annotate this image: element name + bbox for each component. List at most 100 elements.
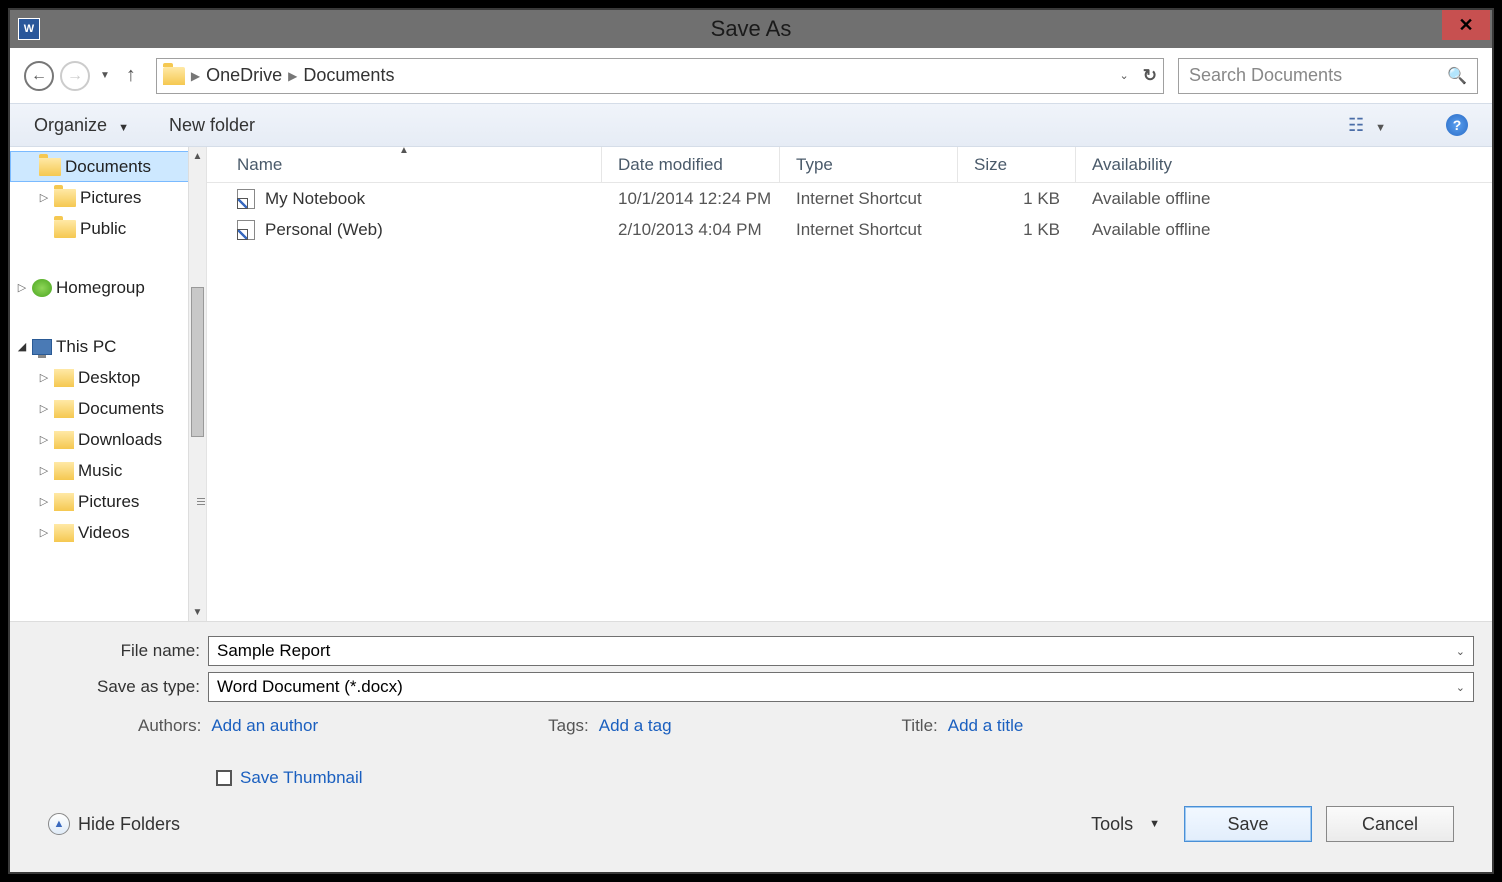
tree-item-this-pc[interactable]: ◢ This PC	[10, 331, 206, 362]
back-arrow-icon: ←	[31, 67, 47, 85]
pictures-icon	[54, 493, 74, 511]
expand-icon[interactable]: ▷	[38, 433, 50, 446]
file-date: 2/10/2013 4:04 PM	[602, 220, 780, 240]
tree-item-pictures[interactable]: ▷ Pictures	[10, 182, 206, 213]
back-button[interactable]: ←	[24, 61, 54, 91]
forward-arrow-icon: →	[67, 67, 83, 85]
savetype-label: Save as type:	[28, 677, 208, 697]
close-button[interactable]: ✕	[1442, 10, 1490, 40]
tree-item-music[interactable]: ▷ Music	[10, 455, 206, 486]
save-as-dialog: W Save As ✕ ← → ▼ ↑ ▶ OneDrive ▶ Documen…	[8, 8, 1494, 874]
hide-folders-button[interactable]: ▲ Hide Folders	[48, 813, 180, 835]
videos-icon	[54, 524, 74, 542]
folder-icon	[54, 189, 76, 207]
add-title-link[interactable]: Add a title	[948, 716, 1024, 736]
chevron-down-icon[interactable]: ⌄	[1456, 681, 1465, 694]
help-button[interactable]: ?	[1446, 114, 1468, 136]
view-list-icon: ☷	[1348, 115, 1362, 135]
tree-item-homegroup[interactable]: ▷ Homegroup	[10, 272, 206, 303]
breadcrumb-item[interactable]: Documents	[303, 65, 394, 86]
downloads-icon	[54, 431, 74, 449]
add-author-link[interactable]: Add an author	[211, 716, 318, 736]
expand-icon[interactable]: ▷	[38, 191, 50, 204]
chevron-down-icon: ▼	[118, 122, 129, 134]
pc-icon	[32, 339, 52, 355]
dialog-footer: ▲ Hide Folders Tools ▼ Save Cancel	[28, 788, 1474, 860]
music-icon	[54, 462, 74, 480]
search-icon: 🔍	[1447, 66, 1467, 86]
chevron-right-icon: ▶	[191, 69, 200, 83]
savetype-select[interactable]: Word Document (*.docx) ⌄	[208, 672, 1474, 702]
tree-item-desktop[interactable]: ▷ Desktop	[10, 362, 206, 393]
search-placeholder: Search Documents	[1189, 65, 1447, 86]
tree-label: Homegroup	[56, 278, 145, 298]
refresh-button[interactable]: ↻	[1143, 66, 1157, 86]
expand-icon[interactable]: ▷	[38, 495, 50, 508]
search-input[interactable]: Search Documents 🔍	[1178, 58, 1478, 94]
file-size: 1 KB	[958, 189, 1076, 209]
tree-scrollbar[interactable]: ▲ ▼	[188, 147, 206, 621]
forward-button[interactable]: →	[60, 61, 90, 91]
close-icon: ✕	[1458, 15, 1473, 36]
column-header-date[interactable]: Date modified	[602, 147, 780, 182]
address-dropdown-icon[interactable]: ⌄	[1120, 69, 1129, 82]
column-header-availability[interactable]: Availability	[1076, 147, 1492, 182]
tree-item-downloads[interactable]: ▷ Downloads	[10, 424, 206, 455]
sort-asc-icon: ▲	[399, 145, 409, 156]
organize-button[interactable]: Organize ▼	[34, 115, 129, 136]
tree-label: Public	[80, 219, 126, 239]
collapse-icon[interactable]: ◢	[16, 340, 28, 353]
chevron-down-icon[interactable]: ⌄	[1456, 645, 1465, 658]
file-row[interactable]: My Notebook 10/1/2014 12:24 PM Internet …	[207, 183, 1492, 214]
column-header-size[interactable]: Size	[958, 147, 1076, 182]
window-title: Save As	[711, 16, 792, 42]
file-row[interactable]: Personal (Web) 2/10/2013 4:04 PM Interne…	[207, 214, 1492, 245]
scroll-up-icon[interactable]: ▲	[189, 147, 206, 165]
add-tag-link[interactable]: Add a tag	[599, 716, 672, 736]
save-thumbnail-checkbox[interactable]	[216, 770, 232, 786]
expand-icon[interactable]: ▷	[16, 281, 28, 294]
tree-item-videos[interactable]: ▷ Videos	[10, 517, 206, 548]
file-availability: Available offline	[1076, 220, 1492, 240]
scroll-down-icon[interactable]: ▼	[189, 603, 206, 621]
tree-item-documents[interactable]: Documents	[10, 151, 206, 182]
tree-label: This PC	[56, 337, 116, 357]
authors-label: Authors:	[138, 716, 201, 736]
body-area: Documents ▷ Pictures Public ▷ Homegroup	[10, 147, 1492, 621]
tree-label: Videos	[78, 523, 130, 543]
column-header-type[interactable]: Type	[780, 147, 958, 182]
up-button[interactable]: ↑	[126, 64, 136, 87]
title-label: Title:	[902, 716, 938, 736]
tree-label: Pictures	[80, 188, 141, 208]
filename-input[interactable]: Sample Report ⌄	[208, 636, 1474, 666]
expand-icon[interactable]: ▷	[38, 402, 50, 415]
shortcut-icon	[237, 189, 255, 209]
titlebar: W Save As ✕	[10, 10, 1492, 48]
address-bar[interactable]: ▶ OneDrive ▶ Documents ⌄ ↻	[156, 58, 1164, 94]
view-button[interactable]: ☷ ▼	[1348, 115, 1386, 136]
organize-label: Organize	[34, 115, 107, 135]
tags-label: Tags:	[548, 716, 589, 736]
expand-icon[interactable]: ▷	[38, 464, 50, 477]
tree-label: Desktop	[78, 368, 140, 388]
tree-item-pictures-pc[interactable]: ▷ Pictures	[10, 486, 206, 517]
expand-icon[interactable]: ▷	[38, 371, 50, 384]
cancel-button[interactable]: Cancel	[1326, 806, 1454, 842]
folder-icon	[39, 158, 61, 176]
file-name: Personal (Web)	[265, 220, 383, 240]
breadcrumb-item[interactable]: OneDrive	[206, 65, 282, 86]
file-name: My Notebook	[265, 189, 365, 209]
history-dropdown[interactable]: ▼	[100, 70, 110, 81]
scroll-thumb[interactable]	[191, 287, 204, 437]
tree-item-documents-pc[interactable]: ▷ Documents	[10, 393, 206, 424]
file-date: 10/1/2014 12:24 PM	[602, 189, 780, 209]
toolbar: Organize ▼ New folder ☷ ▼ ?	[10, 103, 1492, 147]
tree-item-public[interactable]: Public	[10, 213, 206, 244]
save-button[interactable]: Save	[1184, 806, 1312, 842]
column-header-name[interactable]: Name ▲	[207, 147, 602, 182]
new-folder-button[interactable]: New folder	[169, 115, 255, 136]
tools-button[interactable]: Tools ▼	[1081, 810, 1170, 839]
word-app-icon: W	[18, 18, 40, 40]
expand-icon[interactable]: ▷	[38, 526, 50, 539]
save-thumbnail-label: Save Thumbnail	[240, 768, 363, 788]
